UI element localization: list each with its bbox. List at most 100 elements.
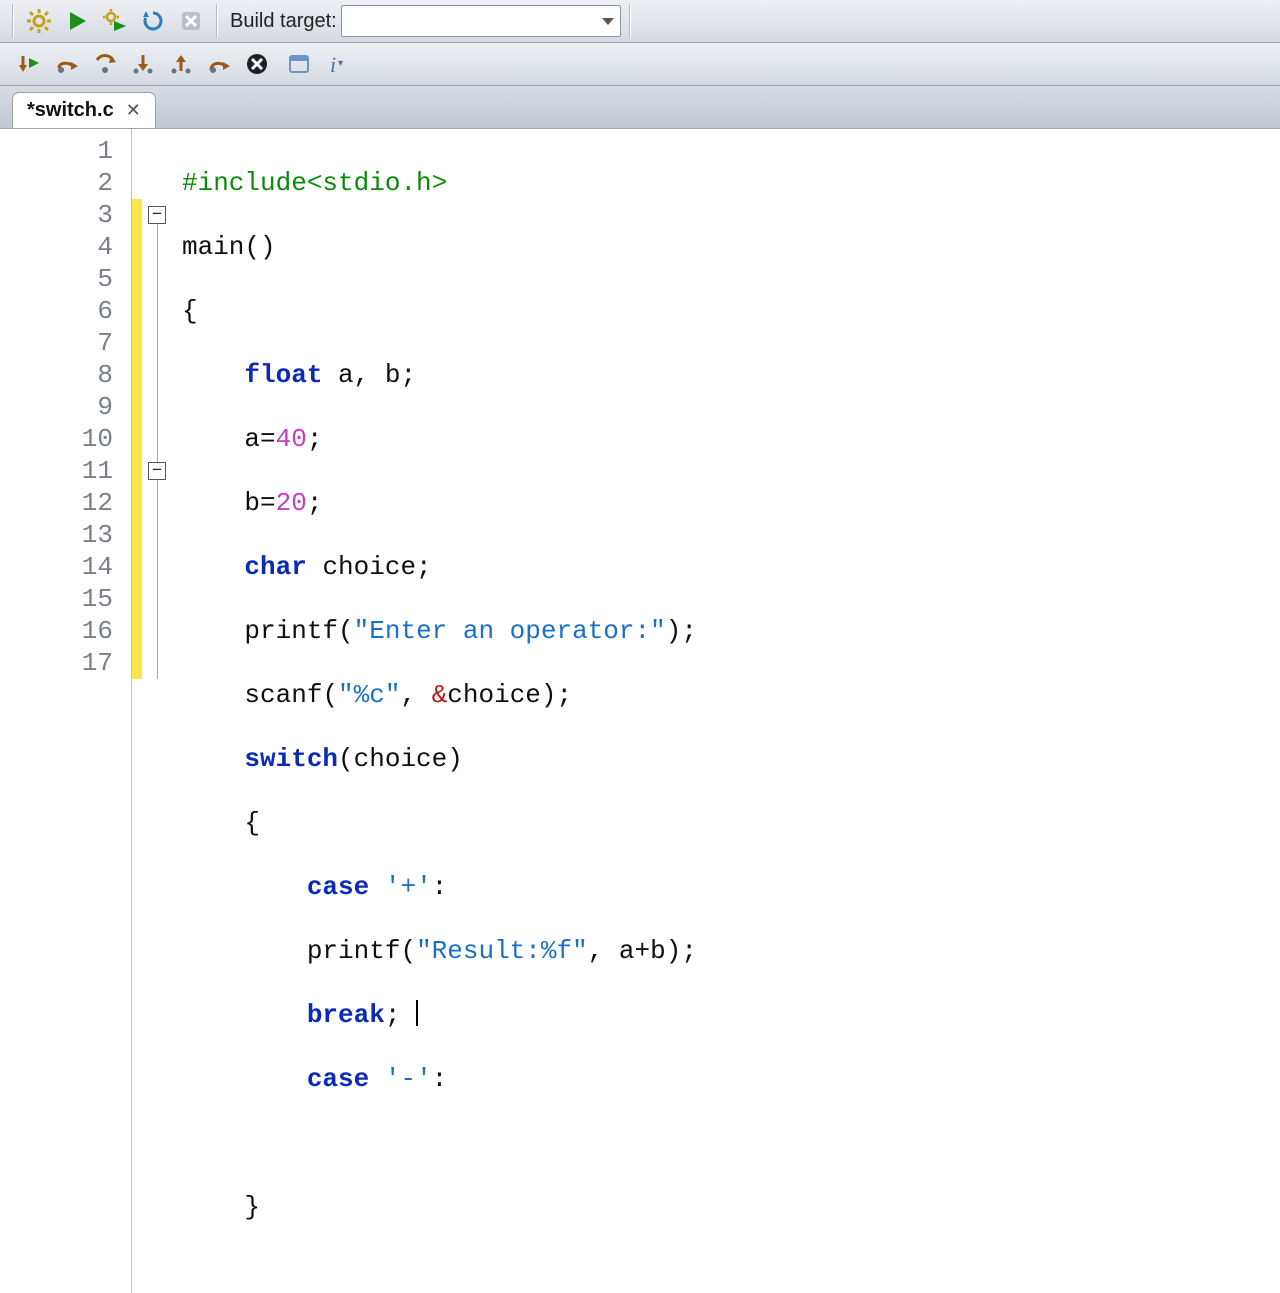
- step-out-button[interactable]: [164, 47, 198, 81]
- abort-icon: [180, 10, 202, 32]
- line-number: 5: [6, 263, 113, 295]
- next-line-button[interactable]: [88, 47, 122, 81]
- build-run-icon: [102, 8, 128, 34]
- step-next-icon: [93, 52, 117, 76]
- token-brace: {: [244, 808, 260, 838]
- code-line: }: [182, 1191, 697, 1223]
- close-icon[interactable]: ✕: [124, 100, 143, 121]
- code-line: [182, 1127, 697, 1159]
- token-text: );: [666, 616, 697, 646]
- rebuild-button[interactable]: [136, 4, 170, 38]
- editor-tabstrip: *switch.c ✕: [0, 86, 1280, 129]
- token-keyword: case: [307, 1064, 369, 1094]
- token-brace: }: [244, 1192, 260, 1222]
- token-brace: {: [182, 296, 198, 326]
- code-line: float a, b;: [182, 359, 697, 391]
- fold-column: − −: [142, 129, 172, 1293]
- debug-start-button[interactable]: [12, 47, 46, 81]
- token-text: );: [666, 936, 697, 966]
- line-number: 3: [6, 199, 113, 231]
- build-toolbar: Build target:: [0, 0, 1280, 43]
- next-instruction-button[interactable]: [202, 47, 236, 81]
- token-char: '-': [385, 1064, 432, 1094]
- step-down-icon: [131, 52, 155, 76]
- code-line: scanf("%c", &choice);: [182, 679, 697, 711]
- line-number: 10: [6, 423, 113, 455]
- line-number: 6: [6, 295, 113, 327]
- svg-text:i: i: [330, 52, 336, 76]
- build-and-run-button[interactable]: [98, 4, 132, 38]
- line-number: 8: [6, 359, 113, 391]
- token-char: '+': [385, 872, 432, 902]
- change-bar: [132, 129, 142, 1293]
- code-line: a=40;: [182, 423, 697, 455]
- build-target-label: Build target:: [230, 10, 337, 33]
- line-number-gutter: 1 2 3 4 5 6 7 8 9 10 11 12 13 14 15 16 1…: [0, 129, 132, 1293]
- line-number: 4: [6, 231, 113, 263]
- token-text: (: [338, 616, 354, 646]
- stop-debugger-button[interactable]: [240, 47, 274, 81]
- token-text: ,: [588, 936, 619, 966]
- abort-button[interactable]: [174, 4, 208, 38]
- token-header: <stdio.h>: [307, 168, 447, 198]
- line-number: 9: [6, 391, 113, 423]
- code-line: #include<stdio.h>: [182, 167, 697, 199]
- token-text: (: [400, 936, 416, 966]
- code-area[interactable]: #include<stdio.h> main() { float a, b; a…: [172, 129, 697, 1293]
- stop-icon: [245, 52, 269, 76]
- token-identifier: main: [182, 232, 244, 262]
- token-text: ,: [400, 680, 431, 710]
- token-text: a+b: [619, 936, 666, 966]
- fold-toggle[interactable]: −: [148, 206, 166, 224]
- step-out-arc-icon: [207, 52, 231, 76]
- token-text: a=: [244, 424, 275, 454]
- rebuild-icon: [141, 9, 165, 33]
- token-text: );: [541, 680, 572, 710]
- token-string: "%c": [338, 680, 400, 710]
- token-text: (: [322, 680, 338, 710]
- line-number: 12: [6, 487, 113, 519]
- token-number: 40: [276, 424, 307, 454]
- code-line: case '+':: [182, 871, 697, 903]
- toolbar-separator: [629, 4, 631, 38]
- token-text: a, b;: [322, 360, 416, 390]
- step-into-button[interactable]: [126, 47, 160, 81]
- run-to-cursor-button[interactable]: [50, 47, 84, 81]
- step-into-icon: [17, 52, 41, 76]
- code-line: switch(choice): [182, 743, 697, 775]
- run-button[interactable]: [60, 4, 94, 38]
- code-line: char choice;: [182, 551, 697, 583]
- line-number: 17: [6, 647, 113, 679]
- token-preprocessor: #include: [182, 168, 307, 198]
- token-parens: (): [244, 232, 275, 262]
- line-number: 1: [6, 135, 113, 167]
- fold-toggle[interactable]: −: [148, 462, 166, 480]
- line-number: 15: [6, 583, 113, 615]
- code-line: main(): [182, 231, 697, 263]
- build-button[interactable]: [22, 4, 56, 38]
- debugging-windows-button[interactable]: [282, 47, 316, 81]
- code-editor[interactable]: 1 2 3 4 5 6 7 8 9 10 11 12 13 14 15 16 1…: [0, 129, 1280, 1293]
- code-line: b=20;: [182, 487, 697, 519]
- info-button[interactable]: i ▾: [320, 47, 354, 81]
- gear-icon: [26, 8, 52, 34]
- code-line: {: [182, 295, 697, 327]
- line-number: 14: [6, 551, 113, 583]
- line-number: 16: [6, 615, 113, 647]
- text-caret: [416, 1000, 418, 1026]
- editor-tab-switch-c[interactable]: *switch.c ✕: [12, 92, 156, 128]
- toolbar-separator: [12, 4, 14, 38]
- token-keyword: char: [244, 552, 306, 582]
- token-keyword: switch: [244, 744, 338, 774]
- token-number: 20: [276, 488, 307, 518]
- window-icon: [287, 52, 311, 76]
- token-text: choice;: [307, 552, 432, 582]
- token-keyword: float: [244, 360, 322, 390]
- play-icon: [66, 10, 88, 32]
- code-line: {: [182, 807, 697, 839]
- step-over-icon: [55, 52, 79, 76]
- svg-text:▾: ▾: [338, 58, 343, 69]
- build-target-select[interactable]: [341, 5, 621, 37]
- line-number: 13: [6, 519, 113, 551]
- token-text: ;: [307, 424, 323, 454]
